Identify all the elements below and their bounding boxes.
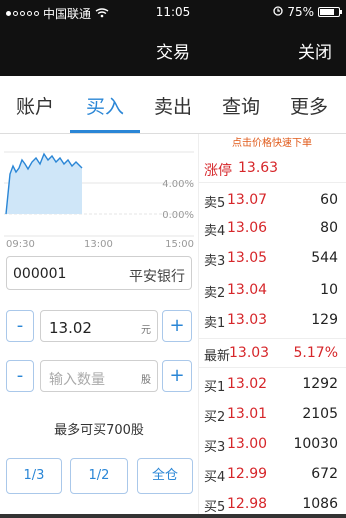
buy-label: 买1: [204, 380, 226, 395]
sell-volume: 80: [320, 220, 338, 236]
stock-name: 平安银行: [129, 269, 185, 285]
alarm-icon: [273, 5, 283, 19]
sell-label: 卖5: [204, 196, 226, 211]
battery-percent: 75%: [287, 5, 314, 19]
buy-volume: 1292: [302, 376, 338, 392]
sell-volume: 129: [311, 312, 338, 328]
sell-volume: 10: [320, 282, 338, 298]
active-tab-indicator: [70, 130, 140, 133]
sell-volume: 544: [311, 250, 338, 266]
tab-buy[interactable]: 买入: [86, 92, 124, 119]
sell-volume: 60: [320, 192, 338, 208]
sell-price[interactable]: 13.04: [227, 282, 267, 298]
max-buy-text: 最多可买700股: [54, 423, 144, 438]
sell-price[interactable]: 13.07: [227, 192, 267, 208]
ratio-half-button[interactable]: 1/2: [70, 458, 128, 494]
tab-account[interactable]: 账户: [16, 92, 54, 119]
tab-sell[interactable]: 卖出: [154, 92, 192, 119]
ratio-third-button[interactable]: 1/3: [6, 458, 62, 494]
buy-label: 买4: [204, 470, 226, 485]
stock-input[interactable]: 000001 平安银行: [6, 256, 192, 290]
pct-label-4: 4.00%: [162, 179, 194, 190]
time-label-open: 09:30: [6, 239, 35, 250]
buy-row-1[interactable]: 买1 13.02 1292: [198, 370, 346, 398]
stock-code: 000001: [13, 266, 67, 282]
sell-row-2[interactable]: 卖2 13.04 10: [198, 276, 346, 304]
intraday-chart[interactable]: 4.00% 0.00% 09:30 13:00 15:00: [0, 134, 198, 254]
time-label-close: 15:00: [165, 239, 194, 250]
buy-price[interactable]: 13.02: [227, 376, 267, 392]
latest-change-pct: 5.17%: [293, 345, 338, 361]
sell-label: 卖4: [204, 224, 226, 239]
tab-query[interactable]: 查询: [222, 92, 260, 119]
buy-label: 买5: [204, 500, 226, 515]
ratio-full-button[interactable]: 全仓: [137, 458, 193, 494]
quantity-unit: 股: [141, 375, 151, 386]
buy-label: 买2: [204, 410, 226, 425]
time-label-mid: 13:00: [84, 239, 113, 250]
top-bar: 中国联通 11:05 75% 交易 关闭: [0, 0, 346, 76]
qty-decrease-button[interactable]: -: [6, 360, 34, 392]
order-form: 4.00% 0.00% 09:30 13:00 15:00 000001 平安银…: [0, 134, 198, 518]
status-bar: 中国联通 11:05 75%: [0, 0, 346, 24]
latest-price-row[interactable]: 最新 13.03 5.17%: [198, 338, 346, 368]
battery-area: 75%: [273, 5, 342, 19]
buy-price[interactable]: 13.00: [227, 436, 267, 452]
sell-label: 卖2: [204, 286, 226, 301]
price-unit: 元: [141, 325, 151, 336]
page-title: 交易: [156, 43, 190, 63]
close-button[interactable]: 关闭: [298, 38, 332, 63]
sell-label: 卖1: [204, 316, 226, 331]
buy-price[interactable]: 12.99: [227, 466, 267, 482]
qty-increase-button[interactable]: +: [162, 360, 192, 392]
buy-row-2[interactable]: 买2 13.01 2105: [198, 400, 346, 428]
sell-price[interactable]: 13.03: [227, 312, 267, 328]
sell-row-5[interactable]: 卖5 13.07 60: [198, 186, 346, 214]
bottom-edge: [0, 514, 346, 518]
tab-more[interactable]: 更多: [290, 92, 328, 119]
sell-label: 卖3: [204, 254, 226, 269]
price-decrease-button[interactable]: -: [6, 310, 34, 342]
limit-up-row[interactable]: 涨停 13.63: [198, 158, 346, 183]
buy-row-3[interactable]: 买3 13.00 10030: [198, 430, 346, 458]
buy-row-4[interactable]: 买4 12.99 672: [198, 460, 346, 488]
limit-up-price: 13.63: [238, 160, 279, 176]
sell-row-1[interactable]: 卖1 13.03 129: [198, 306, 346, 334]
buy-price[interactable]: 13.01: [227, 406, 267, 422]
quantity-placeholder: 输入数量: [49, 372, 105, 388]
price-value: 13.02: [49, 319, 92, 337]
price-input[interactable]: 13.02 元: [40, 310, 158, 342]
sell-price[interactable]: 13.05: [227, 250, 267, 266]
limit-up-label: 涨停: [204, 163, 232, 179]
trade-tabs: 账户 买入 卖出 查询 更多: [0, 76, 346, 134]
sell-price[interactable]: 13.06: [227, 220, 267, 236]
battery-icon: [318, 7, 342, 17]
buy-label: 买3: [204, 440, 226, 455]
buy-volume: 672: [311, 466, 338, 482]
buy-volume: 10030: [293, 436, 338, 452]
buy-price[interactable]: 12.98: [227, 496, 267, 512]
quick-order-hint: 点击价格快速下单: [232, 138, 312, 149]
sell-row-4[interactable]: 卖4 13.06 80: [198, 214, 346, 242]
latest-label: 最新: [204, 349, 231, 364]
order-book: 点击价格快速下单 涨停 13.63 卖5 13.07 60 卖4 13.06 8…: [198, 134, 346, 518]
pct-label-0: 0.00%: [162, 210, 194, 221]
sell-row-3[interactable]: 卖3 13.05 544: [198, 244, 346, 272]
price-increase-button[interactable]: +: [162, 310, 192, 342]
latest-price[interactable]: 13.03: [229, 345, 269, 361]
buy-volume: 2105: [302, 406, 338, 422]
buy-volume: 1086: [302, 496, 338, 512]
quantity-input[interactable]: 输入数量 股: [40, 360, 158, 392]
